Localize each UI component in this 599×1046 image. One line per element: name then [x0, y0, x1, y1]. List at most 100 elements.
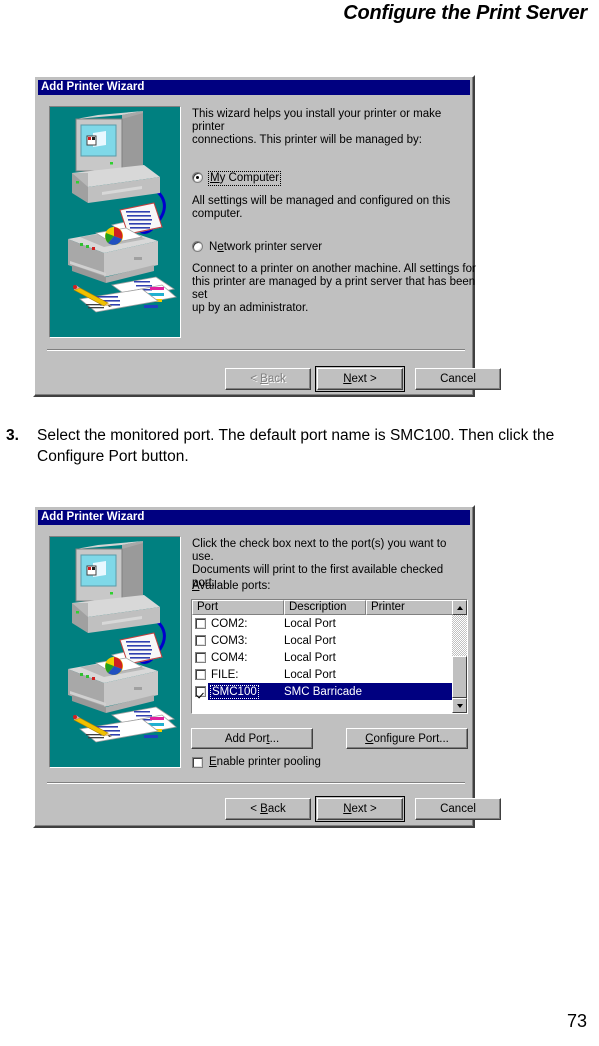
table-row[interactable]: FILE: Local Port	[192, 666, 467, 683]
printer-illustration-svg	[50, 107, 180, 337]
next-rest: ext >	[351, 803, 377, 815]
row-description-cell: Local Port	[284, 617, 336, 630]
network-desc-line1: Connect to a printer on another machine.…	[192, 263, 476, 275]
radio-network-printer-server[interactable]: Network printer server	[192, 241, 322, 254]
cancel-button[interactable]: Cancel	[415, 368, 501, 390]
column-header-port[interactable]: Port	[192, 600, 284, 615]
accel-key-m: M	[210, 172, 220, 184]
dialog1-separator	[47, 349, 465, 351]
my-computer-desc-line1: All settings will be managed and configu…	[192, 195, 451, 207]
radio-my-computer[interactable]: My Computer	[192, 171, 282, 186]
add-port-pre: Add Por	[224, 732, 267, 745]
next-button[interactable]: Next >	[315, 796, 405, 822]
enable-printer-pooling-checkbox-row[interactable]: Enable printer pooling	[192, 756, 321, 768]
add-port-label: Add Port...	[225, 733, 279, 745]
radio-network-printer-server-label: Network printer server	[209, 241, 322, 254]
scroll-up-button[interactable]	[452, 600, 467, 615]
configure-port-label: Configure Port...	[365, 733, 449, 745]
row-port-cell[interactable]: COM4:	[192, 652, 284, 664]
accel-key-e2: E	[209, 756, 217, 768]
column-header-printer[interactable]: Printer	[366, 600, 454, 615]
available-ports-label-rest: vailable ports:	[199, 580, 271, 592]
row-description-cell: SMC Barricade	[284, 685, 362, 698]
dialog-titlebar: Add Printer Wizard	[38, 80, 470, 95]
add-printer-wizard-dialog-1: Add Printer Wizard This wizard helps you…	[33, 75, 501, 397]
step-number: 3.	[6, 427, 19, 444]
radio-my-computer-label: My Computer	[207, 171, 282, 186]
back-rest: ack	[267, 803, 286, 815]
row-port-cell[interactable]: COM3:	[192, 635, 284, 647]
port-checkbox[interactable]	[195, 652, 206, 663]
available-ports-list[interactable]: Port Description Printer COM2: Local Por…	[191, 599, 468, 714]
row-port-cell[interactable]: COM2:	[192, 618, 284, 630]
back-pre: <	[250, 803, 261, 815]
row-port-label: FILE:	[211, 668, 239, 681]
table-row[interactable]: COM3: Local Port	[192, 632, 467, 649]
page-number: 73	[566, 1011, 587, 1031]
scrollbar-thumb[interactable]	[452, 656, 467, 698]
add-port-button[interactable]: Add Port...	[191, 728, 313, 749]
dialog-title-text: Add Printer Wizard	[41, 511, 145, 523]
row-port-label: COM3:	[211, 634, 248, 647]
step-instruction: 3. Select the monitored port. The defaul…	[6, 425, 596, 467]
printer-illustration-svg	[50, 537, 180, 767]
wizard-intro-line2: connections. This printer will be manage…	[192, 134, 422, 146]
table-row-selected[interactable]: SMC100 SMC Barricade	[192, 683, 467, 700]
list-scrollbar[interactable]	[452, 600, 467, 713]
next-button[interactable]: Next >	[315, 366, 405, 392]
back-pre: <	[250, 373, 261, 385]
dialog-titlebar: Add Printer Wizard	[38, 510, 470, 525]
add-port-rest: ...	[269, 732, 280, 745]
port-checkbox[interactable]	[195, 669, 206, 680]
back-button[interactable]: < Back	[225, 368, 311, 390]
radio-my-computer-indicator[interactable]	[192, 172, 203, 183]
row-description-cell: Local Port	[284, 651, 336, 664]
back-button[interactable]: < Back	[225, 798, 311, 820]
configure-port-rest: onfigure Port...	[373, 732, 449, 745]
port-checkbox[interactable]	[195, 618, 206, 629]
scroll-down-button[interactable]	[452, 698, 467, 713]
port-checkbox-checked[interactable]	[195, 686, 206, 697]
radio-network-printer-server-indicator[interactable]	[192, 241, 203, 252]
back-button-label: < Back	[250, 803, 286, 815]
printer-wizard-illustration	[49, 536, 181, 768]
back-rest: ack	[267, 373, 286, 385]
add-printer-wizard-dialog-2: Add Printer Wizard Click the check box n…	[33, 505, 501, 828]
scroll-down-arrow-icon	[456, 703, 463, 708]
network-label-rest: twork printer server	[223, 241, 323, 253]
table-row[interactable]: COM4: Local Port	[192, 649, 467, 666]
accel-key-n: N	[343, 373, 352, 385]
row-port-label: COM4:	[211, 651, 248, 664]
column-header-description[interactable]: Description	[284, 600, 366, 615]
my-computer-desc-line2: computer.	[192, 208, 243, 220]
ports-intro-line1: Click the check box next to the port(s) …	[192, 538, 447, 563]
my-computer-description: All settings will be managed and configu…	[192, 195, 464, 221]
accel-key-b: B	[260, 373, 268, 385]
row-port-cell[interactable]: FILE:	[192, 669, 284, 681]
cancel-button-label: Cancel	[440, 373, 476, 385]
printer-wizard-illustration	[49, 106, 181, 338]
row-port-label: COM2:	[211, 617, 248, 630]
page-title: Configure the Print Server	[343, 2, 587, 24]
port-checkbox[interactable]	[195, 635, 206, 646]
wizard-intro-text: This wizard helps you install your print…	[192, 108, 464, 147]
back-button-label: < Back	[250, 373, 286, 385]
network-printer-description: Connect to a printer on another machine.…	[192, 263, 477, 315]
enable-printer-pooling-checkbox[interactable]	[192, 756, 203, 768]
network-desc-line3: up by an administrator.	[192, 302, 309, 314]
radio-my-computer-text: y Computer	[219, 172, 280, 184]
next-button-label: Next >	[343, 803, 377, 815]
wizard-intro-line1: This wizard helps you install your print…	[192, 108, 442, 133]
available-ports-label: Available ports:	[192, 580, 270, 593]
next-rest: ext >	[351, 373, 377, 385]
list-rows: COM2: Local Port COM3: Local Port COM4:	[192, 615, 467, 700]
configure-port-button[interactable]: Configure Port...	[346, 728, 468, 749]
row-port-label: SMC100	[210, 684, 259, 699]
step-text: Select the monitored port. The default p…	[37, 427, 555, 465]
dialog2-separator	[47, 782, 465, 784]
table-row[interactable]: COM2: Local Port	[192, 615, 467, 632]
cancel-button[interactable]: Cancel	[415, 798, 501, 820]
accel-key-n: N	[343, 803, 352, 815]
dialog-title-text: Add Printer Wizard	[41, 81, 145, 93]
next-button-label: Next >	[343, 373, 377, 385]
